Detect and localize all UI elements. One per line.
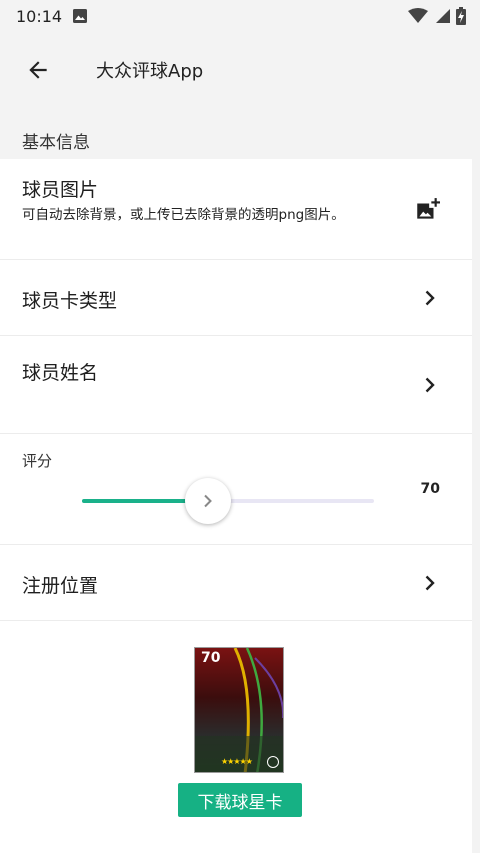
- add-photo-icon[interactable]: [414, 197, 440, 223]
- app-title: 大众评球App: [96, 61, 204, 82]
- card-type-title: 球员卡类型: [22, 290, 118, 312]
- player-image-title: 球员图片: [22, 179, 99, 201]
- player-name-row[interactable]: 球员姓名: [0, 336, 472, 434]
- wifi-icon: [408, 8, 428, 23]
- card-badge-icon: [267, 756, 279, 768]
- rating-label: 评分: [22, 452, 53, 470]
- arrow-left-icon: [29, 61, 47, 79]
- chevron-right-icon: [425, 377, 435, 393]
- preview-area: 70 ★★★★★ 下载球星卡: [0, 621, 472, 853]
- card-type-row[interactable]: 球员卡类型: [0, 260, 472, 336]
- rating-value: 70: [420, 481, 440, 497]
- section-label: 基本信息: [22, 133, 90, 153]
- player-name-title: 球员姓名: [22, 362, 99, 384]
- card-background-art: [195, 648, 283, 772]
- card-stars: ★★★★★: [221, 757, 253, 766]
- status-bar: 10:14: [0, 0, 480, 32]
- image-icon: [73, 9, 88, 23]
- signal-icon: [436, 9, 450, 23]
- chevron-right-icon: [425, 290, 435, 306]
- back-button[interactable]: [10, 42, 66, 98]
- position-title: 注册位置: [22, 575, 99, 597]
- rating-row: 评分 70: [0, 434, 472, 545]
- rating-slider-thumb[interactable]: [184, 478, 231, 524]
- player-image-row[interactable]: 球员图片 可自动去除背景，或上传已去除背景的透明png图片。: [0, 159, 472, 260]
- battery-icon: [456, 7, 466, 25]
- player-card-preview: 70 ★★★★★: [194, 647, 284, 773]
- position-row[interactable]: 注册位置: [0, 545, 472, 621]
- chevron-right-icon: [425, 575, 435, 591]
- status-time: 10:14: [16, 6, 63, 26]
- app-bar: 大众评球App: [0, 32, 480, 108]
- chevron-right-icon: [203, 494, 212, 508]
- player-image-subtitle: 可自动去除背景，或上传已去除背景的透明png图片。: [22, 207, 345, 223]
- card-rating: 70: [201, 650, 221, 666]
- download-card-button[interactable]: 下载球星卡: [178, 783, 302, 817]
